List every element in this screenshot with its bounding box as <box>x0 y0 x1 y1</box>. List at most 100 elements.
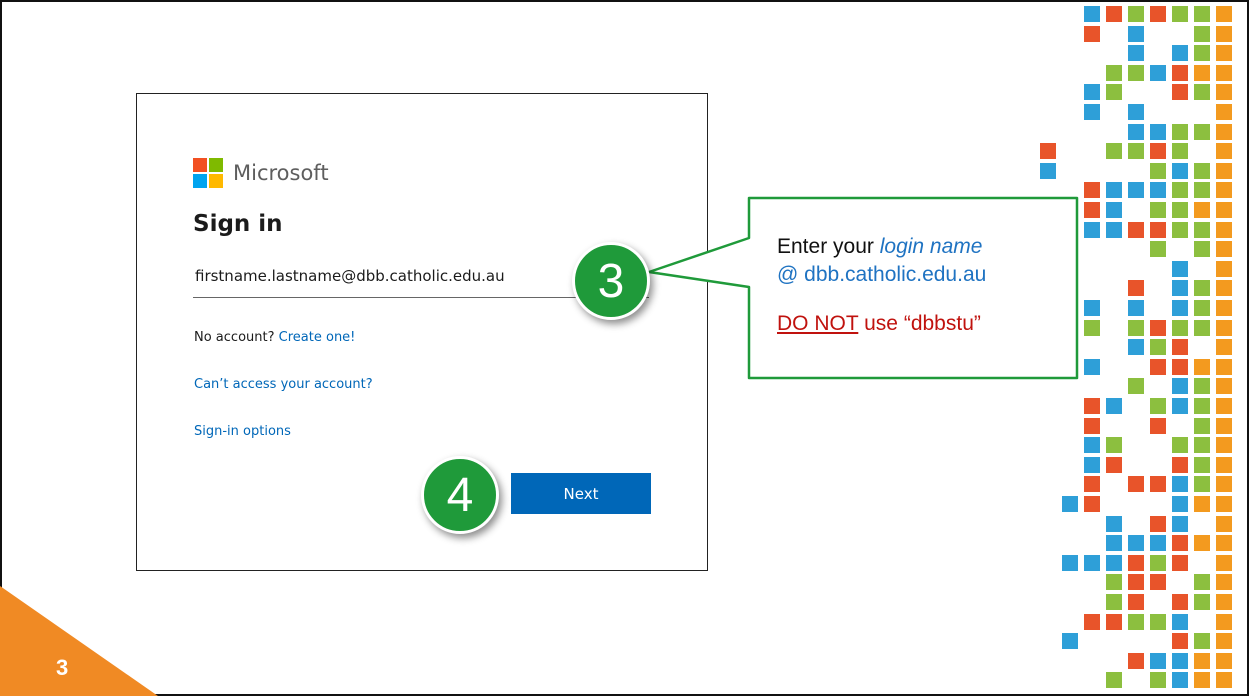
mosaic-tile <box>1128 476 1144 492</box>
mosaic-tile <box>1216 6 1232 22</box>
mosaic-tile <box>1128 26 1144 42</box>
mosaic-tile <box>1194 476 1210 492</box>
mosaic-tile <box>1172 84 1188 100</box>
mosaic-tile <box>1128 535 1144 551</box>
mosaic-tile <box>1216 261 1232 277</box>
mosaic-tile <box>1216 672 1232 688</box>
mosaic-tile <box>1172 594 1188 610</box>
mosaic-tile <box>1106 84 1122 100</box>
mosaic-tile <box>1216 339 1232 355</box>
mosaic-tile <box>1128 6 1144 22</box>
mosaic-tile <box>1194 320 1210 336</box>
mosaic-tile <box>1128 555 1144 571</box>
mosaic-tile <box>1194 84 1210 100</box>
mosaic-tile <box>1150 555 1166 571</box>
signin-options-link[interactable]: Sign-in options <box>194 424 291 439</box>
mosaic-tile <box>1172 202 1188 218</box>
mosaic-tile <box>1216 653 1232 669</box>
mosaic-tile <box>1172 516 1188 532</box>
mosaic-tile <box>1216 398 1232 414</box>
mosaic-tile <box>1194 222 1210 238</box>
mosaic-tile <box>1128 653 1144 669</box>
create-account-link[interactable]: Create one! <box>279 330 356 345</box>
mosaic-tile <box>1216 300 1232 316</box>
mosaic-tile <box>1084 457 1100 473</box>
mosaic-tile <box>1194 378 1210 394</box>
mosaic-tile <box>1194 672 1210 688</box>
mosaic-tile <box>1128 280 1144 296</box>
mosaic-tile <box>1172 633 1188 649</box>
mosaic-tile <box>1216 574 1232 590</box>
mosaic-tile <box>1128 300 1144 316</box>
cant-access-link[interactable]: Can’t access your account? <box>194 377 373 392</box>
mosaic-tile <box>1172 496 1188 512</box>
mosaic-tile <box>1150 398 1166 414</box>
mosaic-tile <box>1150 182 1166 198</box>
mosaic-tile <box>1128 378 1144 394</box>
mosaic-tile <box>1150 535 1166 551</box>
mosaic-tile <box>1216 222 1232 238</box>
mosaic-tile <box>1172 163 1188 179</box>
mosaic-tile <box>1172 300 1188 316</box>
mosaic-tile <box>1194 300 1210 316</box>
mosaic-tile <box>1172 398 1188 414</box>
mosaic-tile <box>1172 378 1188 394</box>
mosaic-tile <box>1216 378 1232 394</box>
mosaic-tile <box>1194 45 1210 61</box>
mosaic-tile <box>1194 457 1210 473</box>
next-button[interactable]: Next <box>511 473 651 514</box>
mosaic-tile <box>1128 614 1144 630</box>
mosaic-tile <box>1106 535 1122 551</box>
mosaic-tile <box>1150 320 1166 336</box>
mosaic-tile <box>1194 280 1210 296</box>
callout-line-1: Enter your login name <box>777 235 983 258</box>
mosaic-tile <box>1216 26 1232 42</box>
mosaic-tile <box>1150 163 1166 179</box>
mosaic-tile <box>1172 653 1188 669</box>
step-badge-email: 3 <box>572 242 650 320</box>
mosaic-tile <box>1194 437 1210 453</box>
mosaic-tile <box>1172 476 1188 492</box>
mosaic-tile <box>1150 6 1166 22</box>
mosaic-tile <box>1216 535 1232 551</box>
mosaic-tile <box>1040 163 1056 179</box>
mosaic-tile <box>1216 633 1232 649</box>
microsoft-logo-icon <box>193 158 223 188</box>
mosaic-tile <box>1106 516 1122 532</box>
mosaic-tile <box>1194 653 1210 669</box>
mosaic-tile <box>1172 437 1188 453</box>
mosaic-tile <box>1106 222 1122 238</box>
mosaic-tile <box>1216 457 1232 473</box>
mosaic-tile <box>1128 143 1144 159</box>
mosaic-tile <box>1084 555 1100 571</box>
mosaic-tile <box>1194 418 1210 434</box>
mosaic-tile <box>1084 437 1100 453</box>
mosaic-tile <box>1084 6 1100 22</box>
mosaic-tile <box>1194 182 1210 198</box>
mosaic-tile <box>1106 202 1122 218</box>
mosaic-tile <box>1172 65 1188 81</box>
mosaic-tile <box>1172 280 1188 296</box>
mosaic-tile <box>1172 124 1188 140</box>
mosaic-tile <box>1172 6 1188 22</box>
mosaic-tile <box>1150 124 1166 140</box>
mosaic-tile <box>1150 222 1166 238</box>
mosaic-tile <box>1128 574 1144 590</box>
mosaic-tile <box>1084 359 1100 375</box>
mosaic-tile <box>1216 241 1232 257</box>
page-title: Sign in <box>193 211 283 237</box>
mosaic-tile <box>1084 614 1100 630</box>
mosaic-tile <box>1106 594 1122 610</box>
mosaic-tile <box>1194 202 1210 218</box>
mosaic-tile <box>1216 182 1232 198</box>
mosaic-tile <box>1172 672 1188 688</box>
mosaic-tile <box>1150 476 1166 492</box>
mosaic-tile <box>1216 202 1232 218</box>
mosaic-tile <box>1062 202 1078 218</box>
callout-warning: DO NOT use “dbbstu” <box>777 312 981 335</box>
mosaic-tile <box>1194 163 1210 179</box>
mosaic-tile <box>1172 359 1188 375</box>
mosaic-tile <box>1106 555 1122 571</box>
mosaic-tile <box>1216 437 1232 453</box>
mosaic-tile <box>1150 574 1166 590</box>
